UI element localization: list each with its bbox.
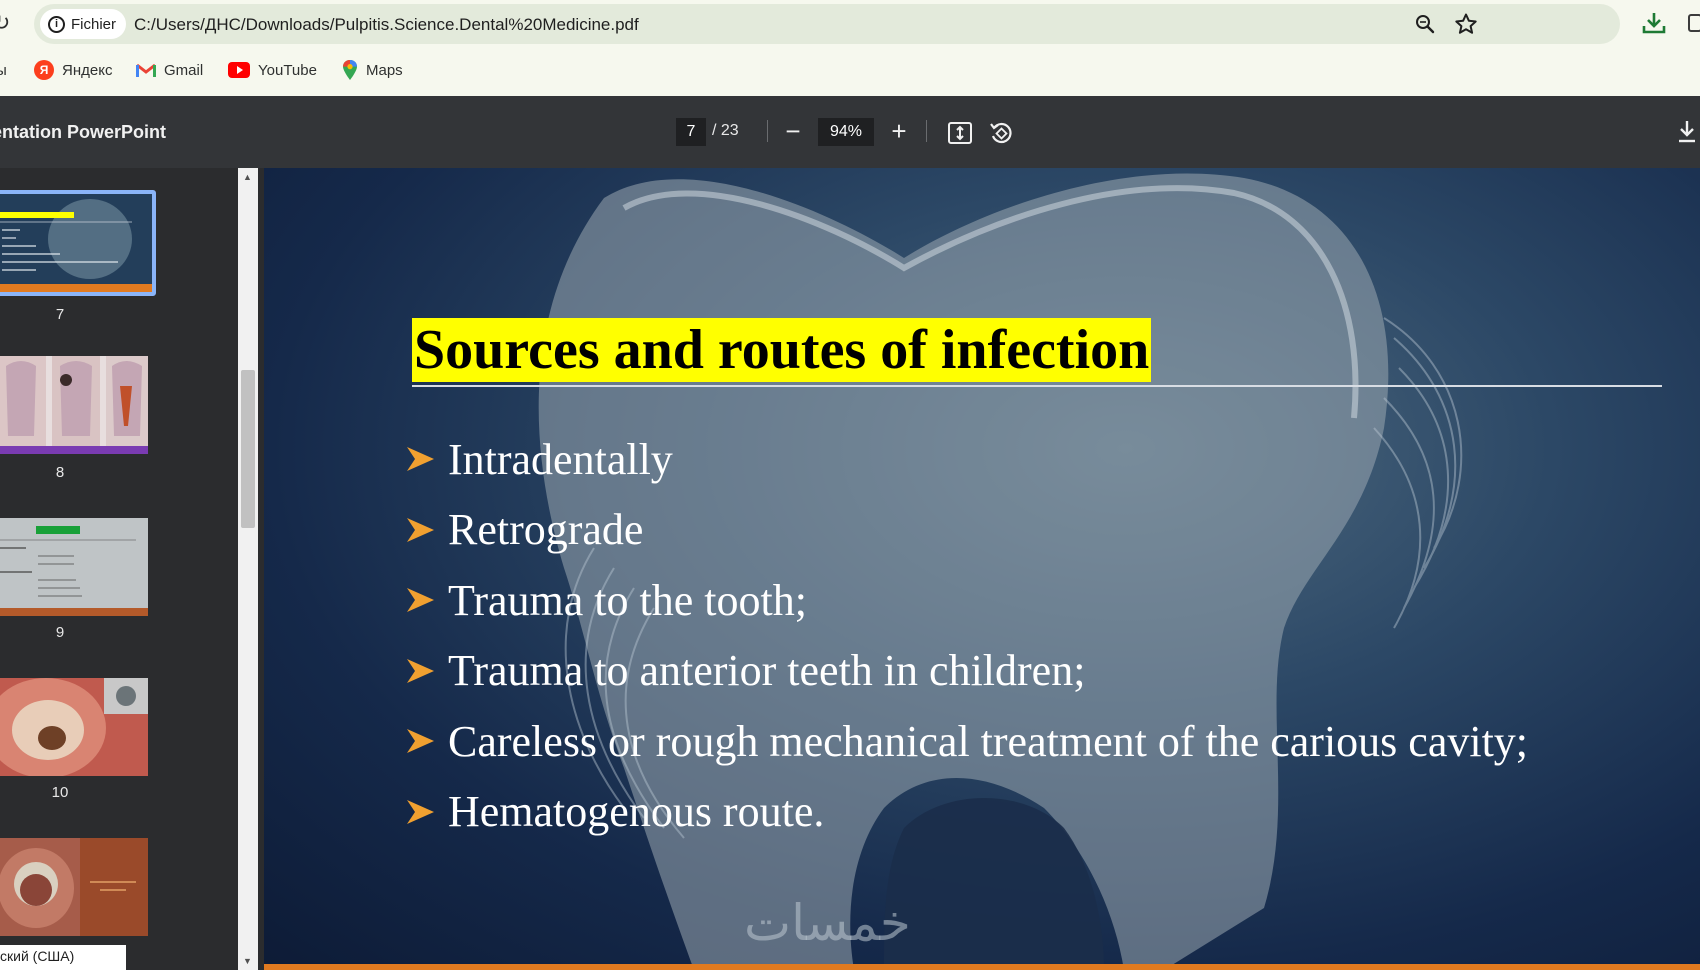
bullet-list: Intradentally Retrograde Trauma to the t…: [404, 424, 1528, 847]
bullet-item: Hematogenous route.: [404, 777, 1528, 848]
pdf-page-slide: Sources and routes of infection Intraden…: [264, 168, 1700, 970]
bookmark-label: Яндекс: [62, 61, 113, 79]
site-info-chip[interactable]: i Fichier: [40, 9, 127, 39]
thumbnail-page-9[interactable]: [0, 518, 148, 616]
bullet-arrow-icon: [407, 517, 434, 542]
thumbnail-page-8[interactable]: [0, 356, 148, 454]
fit-page-icon[interactable]: [947, 120, 973, 146]
thumbnail-page-10[interactable]: [0, 678, 148, 776]
language-label: ский (США): [0, 948, 75, 964]
thumbnail-page-11[interactable]: [0, 838, 148, 936]
rotate-icon[interactable]: [988, 120, 1014, 146]
thumbnail-page-number: 10: [51, 784, 69, 801]
document-title: entation PowerPoint: [0, 122, 167, 142]
bookmark-label: YouTube: [258, 61, 317, 79]
url-text[interactable]: C:/Users/ДНС/Downloads/Pulpitis.Science.…: [134, 15, 639, 35]
bullet-text: Trauma to the tooth;: [448, 575, 807, 625]
bullet-item: Careless or rough mechanical treatment o…: [404, 706, 1528, 777]
bullet-text: Careless or rough mechanical treatment o…: [448, 716, 1529, 766]
thumbnail-image: [0, 838, 148, 936]
bullet-item: Trauma to anterior teeth in children;: [404, 636, 1528, 707]
bullet-text: Hematogenous route.: [448, 787, 825, 837]
thumbnail-image: [0, 518, 148, 616]
thumbnail-page-number: 9: [55, 624, 65, 641]
zoom-in-button[interactable]: +: [881, 114, 917, 150]
download-icon[interactable]: [1640, 10, 1668, 36]
star-icon[interactable]: [1454, 12, 1478, 36]
bullet-arrow-icon: [407, 447, 434, 472]
thumbnail-image: [0, 678, 148, 776]
reload-icon[interactable]: ↻: [0, 10, 10, 36]
bookmark-gmail[interactable]: Gmail: [136, 56, 203, 84]
site-chip-label: Fichier: [71, 15, 117, 33]
title-divider: [412, 385, 1662, 387]
download-icon[interactable]: [1674, 118, 1700, 146]
thumbnail-sidebar: 7 8 9 10: [0, 168, 238, 970]
address-bar[interactable]: i Fichier C:/Users/ДНС/Downloads/Pulpiti…: [34, 4, 1620, 44]
bullet-item: Trauma to the tooth;: [404, 565, 1528, 636]
slide-accent-bar: [264, 964, 1700, 970]
bullet-text: Intradentally: [448, 434, 673, 484]
slide-title: Sources and routes of infection: [412, 318, 1152, 382]
scrollbar-thumb[interactable]: [241, 370, 255, 528]
info-icon: i: [48, 15, 65, 33]
bullet-item: Intradentally: [404, 424, 1528, 495]
bookmark-maps[interactable]: Maps: [342, 56, 403, 84]
bookmark-label: Gmail: [164, 61, 204, 79]
maps-icon: [343, 60, 357, 80]
bullet-arrow-icon: [407, 658, 434, 683]
extensions-icon[interactable]: [1688, 14, 1700, 32]
bullet-text: Trauma to anterior teeth in children;: [448, 646, 1086, 696]
bookmark-label: Maps: [366, 61, 403, 79]
thumbnail-page-7[interactable]: [0, 190, 156, 296]
bullet-arrow-icon: [407, 729, 434, 754]
bullet-arrow-icon: [407, 799, 434, 824]
thumbnail-image: [0, 194, 152, 292]
yandex-icon: Я: [34, 60, 54, 80]
toolbar-divider: [926, 120, 927, 142]
scroll-down-icon[interactable]: ▼: [243, 956, 252, 966]
browser-chrome: ↻ i Fichier C:/Users/ДНС/Downloads/Pulpi…: [0, 0, 1700, 96]
bookmark-folder[interactable]: ы: [0, 56, 7, 84]
toolbar-divider: [767, 120, 768, 142]
thumbnail-page-number: 8: [55, 464, 65, 481]
bookmark-label: ы: [0, 61, 7, 79]
youtube-icon: [228, 62, 250, 78]
pdf-toolbar: entation PowerPoint 7 / 23 − 94% +: [0, 96, 1700, 168]
thumbnail-image: [0, 356, 148, 454]
bookmarks-bar: ы Я Яндекс Gmail YouTube Maps: [0, 56, 1700, 84]
bookmark-youtube[interactable]: YouTube: [228, 56, 317, 84]
page-number-input[interactable]: 7: [676, 118, 706, 146]
watermark: خمسات: [744, 894, 911, 952]
bookmark-yandex[interactable]: Я Яндекс: [34, 56, 112, 84]
bullet-item: Retrograde: [404, 495, 1528, 566]
search-icon[interactable]: [1414, 13, 1436, 35]
scroll-up-icon[interactable]: ▲: [243, 172, 252, 182]
language-indicator[interactable]: ский (США): [0, 945, 126, 970]
zoom-input[interactable]: 94%: [818, 118, 874, 146]
page-total: / 23: [712, 122, 739, 139]
bullet-arrow-icon: [407, 588, 434, 613]
bullet-text: Retrograde: [448, 505, 644, 555]
zoom-out-button[interactable]: −: [775, 114, 811, 150]
thumbnail-page-number: 7: [55, 306, 65, 323]
gmail-icon: [136, 63, 156, 77]
sidebar-scrollbar[interactable]: ▲ ▼: [238, 168, 258, 970]
